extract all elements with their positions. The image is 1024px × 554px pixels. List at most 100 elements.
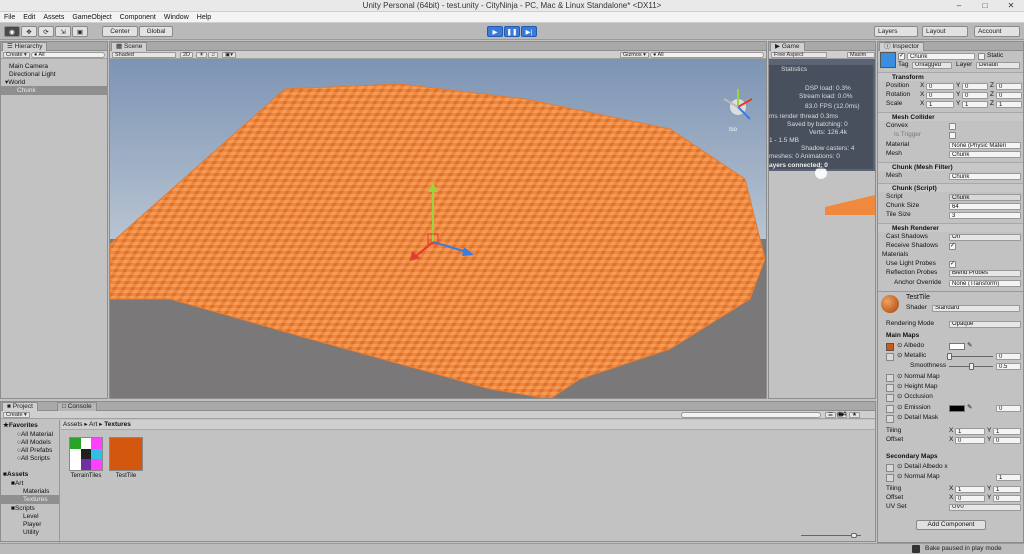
lighting-toggle-icon[interactable]: ☀	[196, 52, 207, 58]
shader-dropdown[interactable]: Standard	[932, 305, 1020, 312]
menu-gameobject[interactable]: GameObject	[72, 14, 111, 21]
tiling-y-input[interactable]: 1	[993, 428, 1021, 435]
convex-checkbox[interactable]	[949, 123, 956, 130]
rect-tool-icon[interactable]: ▣	[72, 26, 88, 37]
tab-game[interactable]: ▶ Game	[770, 42, 805, 51]
tag-dropdown[interactable]: Untagged	[912, 62, 952, 69]
tab-inspector[interactable]: ⓘ Inspector	[879, 42, 924, 51]
menu-component[interactable]: Component	[120, 14, 156, 21]
secondary-normal-slot[interactable]	[886, 474, 894, 482]
emission-input[interactable]: 0	[996, 405, 1021, 412]
mesh-filter-header[interactable]: Chunk (Mesh Filter)	[878, 162, 1023, 171]
light-probes-checkbox[interactable]: ✓	[949, 261, 956, 268]
saved-search-icon[interactable]: ★	[849, 412, 860, 418]
materials-foldout[interactable]: Materials	[882, 251, 908, 259]
menu-edit[interactable]: Edit	[23, 14, 35, 21]
normal-map-slot[interactable]	[886, 374, 894, 382]
occlusion-slot[interactable]	[886, 394, 894, 402]
position-z-input[interactable]: 0	[996, 83, 1022, 90]
shading-mode-dropdown[interactable]: Shaded	[112, 52, 176, 58]
scale-x-input[interactable]: 1	[926, 101, 954, 108]
scale-tool-icon[interactable]: ⇲	[55, 26, 71, 37]
project-search-input[interactable]	[681, 412, 821, 418]
height-map-slot[interactable]	[886, 384, 894, 392]
metallic-input[interactable]: 0	[996, 353, 1021, 360]
maximize-icon[interactable]: □	[972, 0, 998, 12]
rendering-mode-dropdown[interactable]: Opaque	[949, 321, 1021, 328]
chunk-script-header[interactable]: Chunk (Script)	[878, 183, 1023, 192]
metallic-texture-slot[interactable]	[886, 353, 894, 361]
script-field[interactable]: Chunk	[949, 194, 1021, 201]
hierarchy-search-input[interactable]: ● All	[31, 52, 105, 58]
play-icon[interactable]: ▶	[487, 26, 503, 37]
folder-utility[interactable]: Utility	[1, 528, 59, 537]
scene-viewport[interactable]: Iso	[110, 59, 767, 399]
scene-search-input[interactable]: ● All	[650, 52, 764, 58]
anchor-override-field[interactable]: None (Transform)	[949, 280, 1021, 287]
active-checkbox[interactable]: ✓	[898, 53, 905, 60]
offset-x-input[interactable]: 0	[955, 437, 985, 444]
filter-type-icon[interactable]: ☰	[825, 412, 836, 418]
hierarchy-create-button[interactable]: Create ▾	[3, 52, 30, 58]
secondary-tiling-y-input[interactable]: 1	[993, 486, 1021, 493]
tab-scene[interactable]: ▦ Scene	[111, 42, 147, 51]
rotation-x-input[interactable]: 0	[926, 92, 954, 99]
minimize-icon[interactable]: –	[946, 0, 972, 12]
collider-material-field[interactable]: None (Physic Materi	[949, 142, 1021, 149]
game-viewport[interactable]: Statistics DSP load: 0.3% Stream load: 0…	[769, 59, 876, 399]
breadcrumb-item[interactable]: Textures	[104, 421, 131, 428]
mesh-renderer-header[interactable]: Mesh Renderer	[878, 223, 1023, 232]
tab-hierarchy[interactable]: ☰ Hierarchy	[2, 42, 47, 51]
mesh-collider-header[interactable]: Mesh Collider	[878, 112, 1023, 121]
is-trigger-checkbox[interactable]	[949, 132, 956, 139]
thumbnail-size-slider[interactable]	[801, 533, 861, 537]
favorites-header[interactable]: ★Favorites	[1, 421, 59, 430]
albedo-color-swatch[interactable]	[949, 343, 965, 350]
add-component-button[interactable]: Add Component	[916, 520, 986, 530]
menu-file[interactable]: File	[4, 14, 15, 21]
layout-dropdown[interactable]: Layout	[922, 26, 968, 37]
secondary-offset-y-input[interactable]: 0	[993, 495, 1021, 502]
layers-dropdown[interactable]: Layers	[874, 26, 918, 37]
secondary-offset-x-input[interactable]: 0	[955, 495, 985, 502]
breadcrumb-item[interactable]: Assets	[63, 421, 83, 428]
scale-z-input[interactable]: 1	[996, 101, 1022, 108]
aspect-dropdown[interactable]: Free Aspect	[771, 52, 827, 58]
folder-textures[interactable]: Textures	[1, 495, 59, 504]
eyedropper-icon[interactable]: ✎	[967, 404, 972, 412]
rotation-z-input[interactable]: 0	[996, 92, 1022, 99]
emission-slot[interactable]	[886, 405, 894, 413]
audio-toggle-icon[interactable]: ♫	[208, 52, 218, 58]
smoothness-slider-thumb[interactable]	[969, 363, 974, 370]
close-icon[interactable]: ✕	[998, 0, 1024, 12]
favorite-item[interactable]: ○All Scripts	[1, 454, 59, 463]
smoothness-input[interactable]: 0.5	[996, 363, 1021, 370]
offset-y-input[interactable]: 0	[993, 437, 1021, 444]
breadcrumb-item[interactable]: Art	[89, 421, 97, 428]
position-x-input[interactable]: 0	[926, 83, 954, 90]
reflection-probes-dropdown[interactable]: Blend Probes	[949, 270, 1021, 277]
effects-dropdown-icon[interactable]: ▣▾	[222, 52, 236, 58]
tiling-x-input[interactable]: 1	[955, 428, 985, 435]
detail-albedo-slot[interactable]	[886, 464, 894, 472]
receive-shadows-checkbox[interactable]: ✓	[949, 243, 956, 250]
pivot-center-button[interactable]: Center	[102, 26, 138, 37]
project-create-button[interactable]: Create ▾	[3, 412, 30, 418]
transform-header[interactable]: Transform	[878, 72, 1023, 81]
step-icon[interactable]: ▶|	[521, 26, 537, 37]
menu-help[interactable]: Help	[197, 14, 211, 21]
secondary-tiling-x-input[interactable]: 1	[955, 486, 985, 493]
metallic-slider-thumb[interactable]	[947, 353, 952, 360]
uv-set-dropdown[interactable]: UV0	[949, 504, 1021, 511]
metallic-slider[interactable]	[949, 356, 993, 357]
menu-window[interactable]: Window	[164, 14, 189, 21]
terrain-tiles-thumbnail[interactable]	[69, 437, 103, 471]
cast-shadows-dropdown[interactable]: On	[949, 234, 1021, 241]
pivot-global-button[interactable]: Global	[139, 26, 173, 37]
menu-assets[interactable]: Assets	[43, 14, 64, 21]
maximize-on-play-toggle[interactable]: Maxim	[847, 52, 875, 58]
position-y-input[interactable]: 0	[962, 83, 988, 90]
layer-dropdown[interactable]: Default	[976, 62, 1020, 69]
albedo-texture-slot[interactable]	[886, 343, 894, 351]
assets-header[interactable]: ■Assets	[1, 470, 59, 479]
